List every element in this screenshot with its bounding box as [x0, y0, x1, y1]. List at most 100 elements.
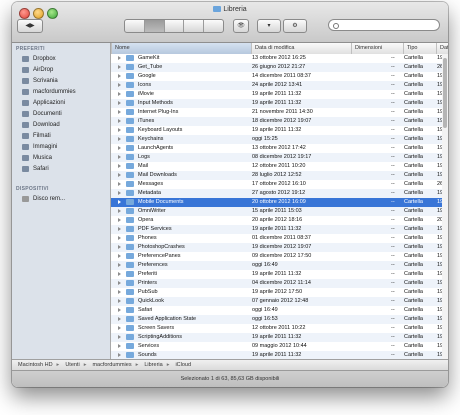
table-row[interactable]: PubSub19 aprile 2012 17:50--Cartella19 a… [111, 288, 448, 297]
disclosure-triangle-icon[interactable] [118, 335, 121, 339]
disclosure-triangle-icon[interactable] [118, 290, 121, 294]
column-header-name[interactable]: Nome [111, 43, 251, 54]
disclosure-triangle-icon[interactable] [118, 353, 121, 357]
table-row[interactable]: Saved Application State oggi 16:53 -- Carte… [111, 315, 448, 324]
table-row[interactable]: OmniWriter 15 aprile 2011 15:03 -- Cartella… [111, 207, 448, 216]
table-row[interactable]: Mail Downloads 28 luglio 2012 12:52 -- Cart… [111, 171, 448, 180]
disclosure-triangle-icon[interactable] [118, 101, 121, 105]
disclosure-triangle-icon[interactable] [118, 317, 121, 321]
sidebar-item-filmati[interactable]: Filmati [12, 130, 110, 141]
cell-name: Saved Application State [138, 316, 197, 322]
back-forward-buttons[interactable]: ◀▶ [17, 19, 43, 33]
sidebar-item-download[interactable]: Download [12, 119, 110, 130]
column-view-icon[interactable] [165, 20, 185, 32]
table-row[interactable]: PhotoshopCrashes 19 dicembre 2012 19:07 --… [111, 243, 448, 252]
sidebar-item-dropbox[interactable]: Dropbox [12, 53, 110, 64]
table-row[interactable]: Input Methods 19 aprile 2011 11:32 -- Carte… [111, 99, 448, 108]
table-row[interactable]: Keychainsoggi 15:25--Cartella19 ap [111, 135, 448, 144]
disclosure-triangle-icon[interactable] [118, 119, 121, 123]
table-row[interactable]: Printers 04 dicembre 2012 11:14 -- Cartella… [111, 279, 448, 288]
sidebar-item-airdrop[interactable]: AirDrop [12, 64, 110, 75]
disclosure-triangle-icon[interactable] [118, 344, 121, 348]
quicklook-button[interactable]: 👁 [233, 19, 249, 33]
table-row[interactable]: Preferiti 19 aprile 2011 11:32 -- Cartella 1… [111, 270, 448, 279]
table-row[interactable]: Logs08 dicembre 2012 19:17--Cartella19 a… [111, 153, 448, 162]
sidebar-device-item[interactable]: Disco rem... [12, 193, 110, 204]
disclosure-triangle-icon[interactable] [118, 200, 121, 204]
disclosure-triangle-icon[interactable] [118, 227, 121, 231]
icon-view-icon[interactable] [125, 20, 145, 32]
action-button[interactable]: ⚙ [283, 19, 307, 33]
sidebar-item-scrivania[interactable]: Scrivania [12, 75, 110, 86]
table-row[interactable]: Mobile Documents 20 ottobre 2012 16:09 -- C… [111, 198, 448, 207]
search-field[interactable] [328, 19, 440, 31]
disclosure-triangle-icon[interactable] [118, 209, 121, 213]
disclosure-triangle-icon[interactable] [118, 110, 121, 114]
vertical-scrollbar[interactable] [442, 54, 448, 359]
arrange-icon[interactable] [204, 20, 223, 32]
table-row[interactable]: Metadata 27 agosto 2012 19:12 -- Cartella 19… [111, 189, 448, 198]
column-header-size[interactable]: Dimensioni [351, 43, 403, 54]
table-row[interactable]: iMovie19 aprile 2011 11:32--Cartella19 a… [111, 90, 448, 99]
disclosure-triangle-icon[interactable] [118, 236, 121, 240]
table-row[interactable]: PreferencePanes 09 dicembre 2012 17:50 -- C… [111, 252, 448, 261]
table-row[interactable]: Icons24 aprile 2012 13:41--Cartella19 ap [111, 81, 448, 90]
disclosure-triangle-icon[interactable] [118, 137, 121, 141]
table-row[interactable]: Screen Savers 12 ottobre 2011 10:22 -- Cart… [111, 324, 448, 333]
folder-icon [126, 316, 134, 322]
share-button[interactable]: ▾ [257, 19, 281, 33]
table-row[interactable]: Mail12 ottobre 2011 10:20--Cartella19 ap [111, 162, 448, 171]
table-row[interactable]: Services 09 maggio 2012 10:44 -- Cartella 19… [111, 342, 448, 351]
list-view-icon[interactable] [144, 20, 165, 32]
sidebar-item-musica[interactable]: Musica [12, 152, 110, 163]
disclosure-triangle-icon[interactable] [118, 263, 121, 267]
table-row[interactable]: Phones 01 dicembre 2011 08:37 -- Cartella 19… [111, 234, 448, 243]
table-row[interactable]: PDF Services 19 aprile 2011 11:32 -- Cartel… [111, 225, 448, 234]
table-row[interactable]: Preferencesoggi 16:49--Cartella19 ap [111, 261, 448, 270]
column-header-added[interactable]: Data [436, 43, 448, 54]
sidebar-item-immagini[interactable]: Immagini [12, 141, 110, 152]
scrollbar-thumb[interactable] [443, 58, 447, 128]
disclosure-triangle-icon[interactable] [118, 218, 121, 222]
disclosure-triangle-icon[interactable] [118, 308, 121, 312]
table-row[interactable]: QuickLook 07 gennaio 2012 12:48 -- Cartella… [111, 297, 448, 306]
disclosure-triangle-icon[interactable] [118, 299, 121, 303]
sidebar-item-applicazioni[interactable]: Applicazioni [12, 97, 110, 108]
cell-kind: Cartella [404, 343, 423, 349]
disclosure-triangle-icon[interactable] [118, 65, 121, 69]
disclosure-triangle-icon[interactable] [118, 164, 121, 168]
table-row[interactable]: iTunes 18 dicembre 2012 19:07 -- Cartella 19… [111, 117, 448, 126]
table-row[interactable]: ScriptingAdditions 19 aprile 2011 11:32 --… [111, 333, 448, 342]
table-row[interactable]: Safarioggi 16:49--Cartella19 ap [111, 306, 448, 315]
disclosure-triangle-icon[interactable] [118, 83, 121, 87]
table-row[interactable]: Keyboard Layouts 19 aprile 2011 11:32 -- Ca… [111, 126, 448, 135]
coverflow-view-icon[interactable] [184, 20, 205, 32]
sidebar-item-macfordummies[interactable]: macfordummies [12, 86, 110, 97]
table-row[interactable]: LaunchAgents 13 ottobre 2012 17:42 -- Carte… [111, 144, 448, 153]
table-row[interactable]: Sounds19 aprile 2011 11:32--Cartella19 a… [111, 351, 448, 359]
table-row[interactable]: Google 14 dicembre 2011 08:37 -- Cartella 19… [111, 72, 448, 81]
table-row[interactable]: Opera20 aprile 2012 18:16--Cartella20 ap [111, 216, 448, 225]
disclosure-triangle-icon[interactable] [118, 92, 121, 96]
table-row[interactable]: Get_Tube 26 giugno 2012 21:27 -- Cartella 26… [111, 63, 448, 72]
sidebar-item-safari[interactable]: Safari [12, 163, 110, 174]
sidebar-item-documenti[interactable]: Documenti [12, 108, 110, 119]
forward-arrow-icon[interactable]: ▶ [30, 23, 35, 29]
cell-date: 19 aprile 2011 11:32 [252, 334, 302, 340]
disclosure-triangle-icon[interactable] [118, 245, 121, 249]
column-header-kind[interactable]: Tipo [403, 43, 436, 54]
disclosure-triangle-icon[interactable] [118, 146, 121, 150]
disclosure-triangle-icon[interactable] [118, 74, 121, 78]
column-header-date[interactable]: Data di modifica [251, 43, 351, 54]
disclosure-triangle-icon[interactable] [118, 281, 121, 285]
table-row[interactable]: GameKit 13 ottobre 2012 16:25 -- Cartella 19… [111, 54, 448, 63]
disclosure-triangle-icon[interactable] [118, 56, 121, 60]
table-row[interactable]: Messages 17 ottobre 2012 16:10 -- Cartella 2… [111, 180, 448, 189]
disclosure-triangle-icon[interactable] [118, 272, 121, 276]
table-row[interactable]: Internet Plug-Ins 21 novembre 2011 14:30 -… [111, 108, 448, 117]
disclosure-triangle-icon[interactable] [118, 155, 121, 159]
disclosure-triangle-icon[interactable] [118, 326, 121, 330]
disclosure-triangle-icon[interactable] [118, 128, 121, 132]
disclosure-triangle-icon[interactable] [118, 254, 121, 258]
view-switcher[interactable] [124, 19, 224, 33]
